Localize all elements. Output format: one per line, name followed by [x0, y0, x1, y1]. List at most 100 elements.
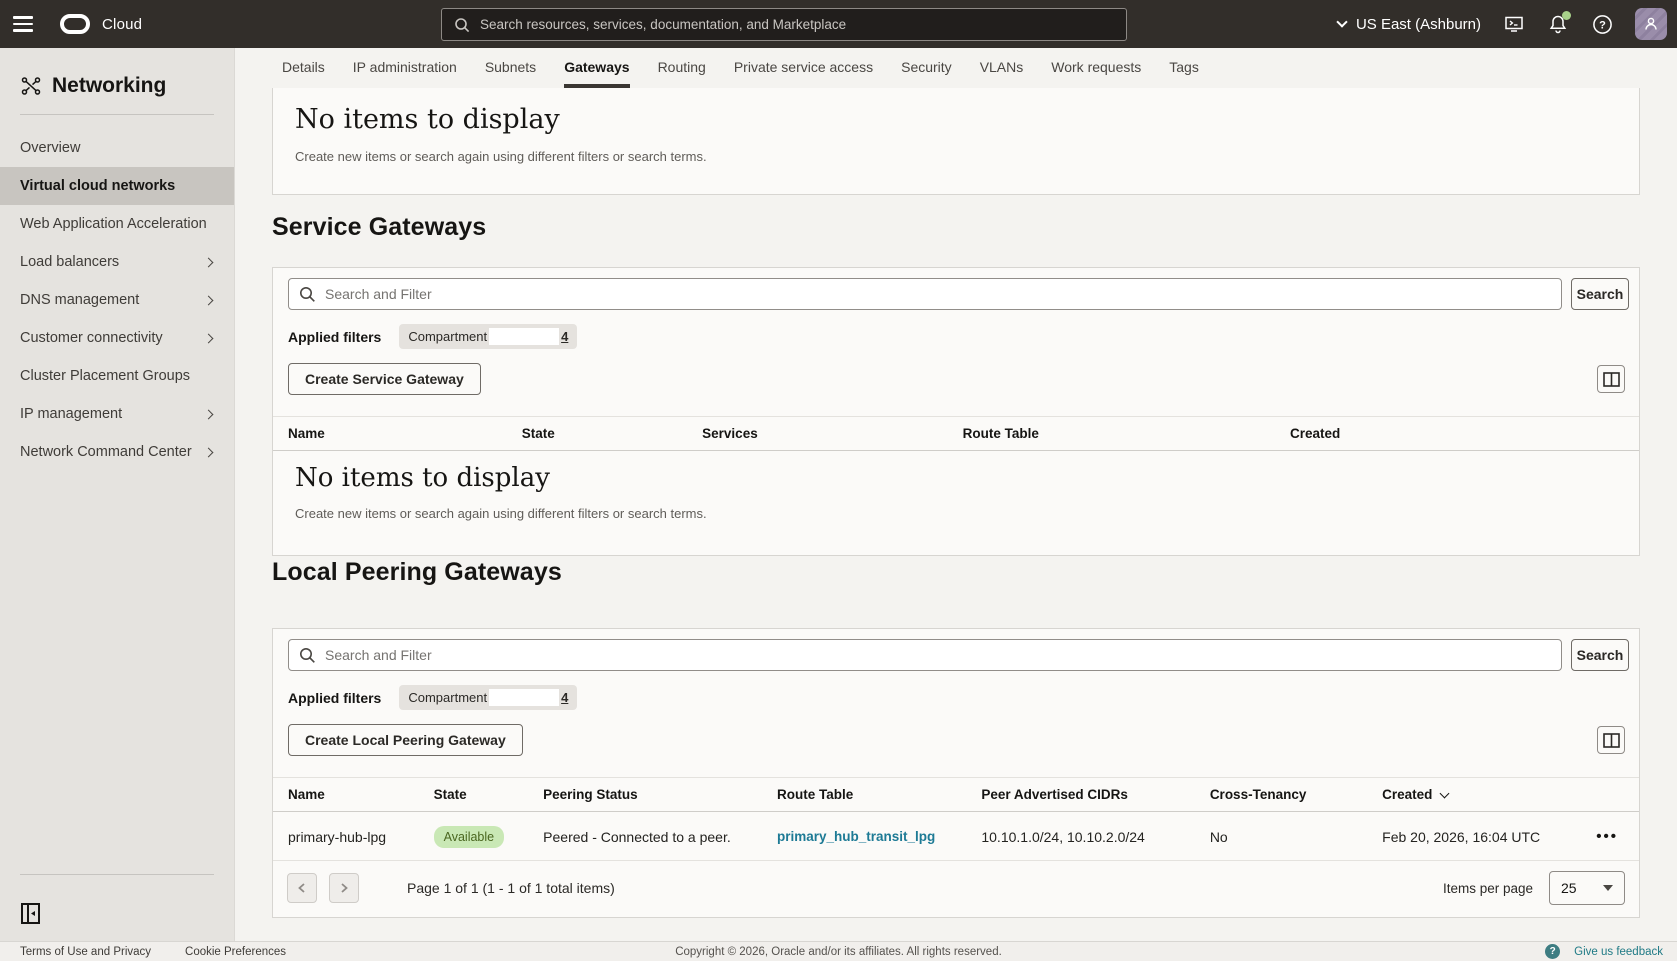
sg-filter-count[interactable]: 4 — [561, 329, 568, 344]
lpg-applied-filters: Applied filters Compartment 4 — [288, 685, 577, 710]
main-content: No items to display Create new items or … — [235, 88, 1677, 941]
lpg-pagination: Page 1 of 1 (1 - 1 of 1 total items) Ite… — [273, 859, 1639, 917]
sg-search-placeholder: Search and Filter — [325, 286, 432, 302]
sg-compartment-filter-chip[interactable]: Compartment 4 — [399, 324, 577, 349]
region-label: US East (Ashburn) — [1356, 16, 1481, 33]
sg-empty-state: No items to display Create new items or … — [295, 463, 707, 521]
col-peer-advertised-cidrs: Peer Advertised CIDRs — [981, 787, 1209, 802]
lpg-compartment-filter-chip[interactable]: Compartment 4 — [399, 685, 577, 710]
sg-search-button[interactable]: Search — [1571, 278, 1629, 310]
sidebar-divider — [20, 114, 214, 115]
lpg-column-settings-button[interactable] — [1597, 726, 1625, 754]
next-page-button[interactable] — [329, 873, 359, 903]
col-created-sortable[interactable]: Created — [1382, 787, 1624, 802]
sidebar-item-network-command-center[interactable]: Network Command Center — [0, 433, 234, 471]
sg-search-input[interactable]: Search and Filter — [288, 278, 1562, 310]
tab-tags[interactable]: Tags — [1169, 48, 1199, 88]
sidebar-bottom-divider — [20, 874, 214, 875]
user-avatar[interactable] — [1635, 8, 1667, 40]
help-icon[interactable]: ? — [1591, 13, 1613, 35]
create-service-gateway-button[interactable]: Create Service Gateway — [288, 363, 481, 395]
previous-page-button[interactable] — [287, 873, 317, 903]
chevron-right-icon — [204, 333, 214, 343]
lpg-search-input[interactable]: Search and Filter — [288, 639, 1562, 671]
chevron-right-icon — [204, 409, 214, 419]
cookie-preferences-link[interactable]: Cookie Preferences — [185, 946, 286, 958]
previous-icon — [297, 883, 307, 893]
col-created: Created — [1290, 426, 1624, 441]
copyright-text: Copyright © 2026, Oracle and/or its affi… — [675, 946, 1002, 958]
col-cross-tenancy: Cross-Tenancy — [1210, 787, 1382, 802]
col-route-table: Route Table — [963, 426, 1290, 441]
items-per-page-select[interactable]: 25 — [1549, 871, 1625, 905]
lpg-filter-count[interactable]: 4 — [561, 690, 568, 705]
notification-dot — [1562, 11, 1571, 20]
col-services: Services — [702, 426, 963, 441]
sg-column-settings-button[interactable] — [1597, 365, 1625, 393]
footer-help-icon[interactable]: ? — [1545, 944, 1560, 959]
empty-state-subtitle: Create new items or search again using d… — [295, 506, 707, 521]
sidebar-item-dns-management[interactable]: DNS management — [0, 281, 234, 319]
sidebar-item-overview[interactable]: Overview — [0, 129, 234, 167]
col-route-table: Route Table — [777, 787, 981, 802]
cell-peer-cidrs: 10.10.1.0/24, 10.10.2.0/24 — [981, 829, 1209, 845]
service-gateways-heading: Service Gateways — [272, 213, 486, 242]
row-actions-menu-icon[interactable]: ••• — [1596, 828, 1624, 845]
tab-private-service-access[interactable]: Private service access — [734, 48, 873, 88]
collapse-sidebar-icon[interactable] — [18, 901, 42, 925]
empty-state-title: No items to display — [295, 463, 707, 493]
col-state: State — [434, 787, 544, 802]
sidebar-item-virtual-cloud-networks[interactable]: Virtual cloud networks — [0, 167, 234, 205]
resource-tabs: Details IP administration Subnets Gatewa… — [235, 48, 1677, 88]
empty-state-subtitle: Create new items or search again using d… — [295, 149, 1639, 164]
page-footer: Terms of Use and Privacy Cookie Preferen… — [0, 941, 1677, 961]
tab-work-requests[interactable]: Work requests — [1051, 48, 1141, 88]
sort-chevron-icon — [1440, 789, 1450, 799]
sidebar-item-load-balancers[interactable]: Load balancers — [0, 243, 234, 281]
tab-subnets[interactable]: Subnets — [485, 48, 536, 88]
columns-icon — [1603, 733, 1620, 748]
tab-details[interactable]: Details — [282, 48, 325, 88]
tab-ip-administration[interactable]: IP administration — [353, 48, 457, 88]
networking-icon — [20, 75, 42, 97]
top-header: Cloud Search resources, services, docume… — [0, 0, 1677, 48]
sidebar-item-ip-management[interactable]: IP management — [0, 395, 234, 433]
lpg-search-placeholder: Search and Filter — [325, 647, 432, 663]
region-selector[interactable]: US East (Ashburn) — [1338, 16, 1481, 33]
sidebar-header: Networking — [0, 48, 234, 114]
search-icon — [299, 286, 316, 303]
search-icon — [454, 17, 470, 33]
person-icon — [1643, 16, 1659, 32]
search-icon — [299, 647, 316, 664]
hamburger-menu-icon[interactable] — [0, 0, 46, 48]
cell-cross-tenancy: No — [1210, 829, 1382, 845]
terms-link[interactable]: Terms of Use and Privacy — [20, 946, 151, 958]
feedback-link[interactable]: Give us feedback — [1574, 946, 1663, 958]
status-badge-available: Available — [434, 826, 505, 848]
create-local-peering-gateway-button[interactable]: Create Local Peering Gateway — [288, 724, 523, 756]
compartment-value-blank — [489, 689, 559, 706]
route-table-link[interactable]: primary_hub_transit_lpg — [777, 829, 981, 844]
sidebar-item-cluster-placement-groups[interactable]: Cluster Placement Groups — [0, 357, 234, 395]
local-peering-gateways-panel: Search and Filter Search Applied filters… — [272, 628, 1640, 918]
sidebar-item-web-application-acceleration[interactable]: Web Application Acceleration — [0, 205, 234, 243]
compartment-value-blank — [489, 328, 559, 345]
sidebar-item-customer-connectivity[interactable]: Customer connectivity — [0, 319, 234, 357]
header-right-group: US East (Ashburn) ? — [1338, 0, 1667, 48]
tab-security[interactable]: Security — [901, 48, 952, 88]
empty-state-title: No items to display — [295, 104, 1639, 135]
lpg-search-button[interactable]: Search — [1571, 639, 1629, 671]
items-per-page-value: 25 — [1561, 880, 1577, 896]
pagination-status: Page 1 of 1 (1 - 1 of 1 total items) — [407, 880, 615, 896]
cell-peering-status: Peered - Connected to a peer. — [543, 829, 777, 845]
notifications-bell-icon[interactable] — [1547, 13, 1569, 35]
global-search-input[interactable]: Search resources, services, documentatio… — [441, 8, 1127, 41]
tab-vlans[interactable]: VLANs — [980, 48, 1024, 88]
tab-routing[interactable]: Routing — [658, 48, 706, 88]
applied-filters-label: Applied filters — [288, 329, 381, 345]
col-name: Name — [288, 426, 522, 441]
global-search-placeholder: Search resources, services, documentatio… — [480, 17, 846, 32]
tab-gateways[interactable]: Gateways — [564, 48, 629, 88]
chevron-down-icon — [1336, 16, 1347, 27]
cloud-shell-icon[interactable] — [1503, 13, 1525, 35]
